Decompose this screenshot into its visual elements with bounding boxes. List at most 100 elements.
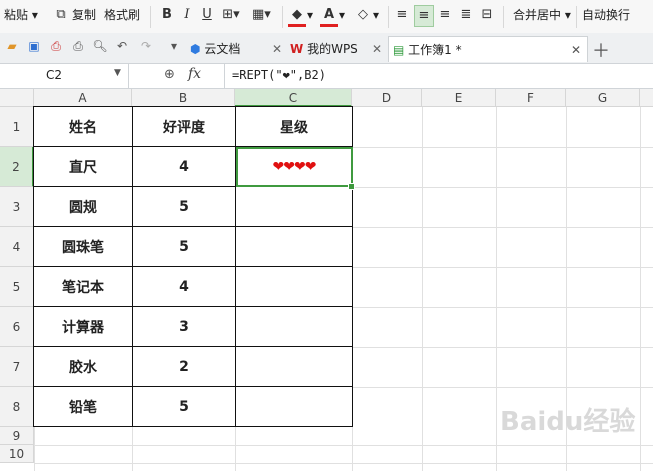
- format-painter-button[interactable]: 格式刷: [104, 6, 140, 24]
- copy-icon[interactable]: ⧉: [52, 5, 70, 25]
- bold-button[interactable]: B: [158, 5, 176, 25]
- fx-icon[interactable]: fx: [188, 66, 201, 82]
- name-cell[interactable]: 圆珠笔: [33, 226, 133, 267]
- stars-cell[interactable]: [235, 266, 353, 307]
- fill-color-dropdown[interactable]: ▾: [307, 6, 313, 24]
- export-pdf-icon[interactable]: ⎙: [48, 38, 64, 54]
- folder-icon[interactable]: ▰: [4, 38, 20, 54]
- align-left-icon[interactable]: ≡: [393, 5, 411, 25]
- print-icon[interactable]: ⎙: [70, 38, 86, 54]
- name-cell[interactable]: 圆规: [33, 186, 133, 227]
- tab-label: 我的WPS: [307, 42, 358, 56]
- fill-pattern-icon[interactable]: ▦▾: [252, 5, 271, 25]
- column-header-f[interactable]: F: [496, 89, 566, 107]
- new-tab-icon[interactable]: ＋: [592, 37, 610, 63]
- formula-input[interactable]: =REPT("❤",B2): [232, 68, 326, 82]
- fill-handle[interactable]: [348, 183, 355, 190]
- distribute-icon[interactable]: ⊟: [478, 5, 496, 25]
- name-cell[interactable]: 计算器: [33, 306, 133, 347]
- header-stars[interactable]: 星级: [235, 106, 353, 147]
- row-header-9[interactable]: 9: [0, 427, 34, 445]
- name-cell[interactable]: 直尺: [33, 146, 133, 187]
- column-header-h[interactable]: [640, 89, 653, 107]
- row-header-3[interactable]: 3: [0, 187, 34, 227]
- gridline: [352, 147, 653, 148]
- justify-icon[interactable]: ≣: [457, 5, 475, 25]
- score-cell[interactable]: 3: [132, 306, 236, 347]
- row-header-1[interactable]: 1: [0, 107, 34, 147]
- print-preview-icon[interactable]: 🔍︎: [92, 38, 108, 54]
- chevron-down-icon[interactable]: ▼: [114, 68, 121, 78]
- name-cell[interactable]: 胶水: [33, 346, 133, 387]
- ribbon-toolbar: 粘贴 ▾ ⧉ 复制 格式刷 B I U ⊞▾ ▦▾ ◆ ▾ A ▾ ◇ ▾ ≡ …: [0, 0, 653, 33]
- column-header-g[interactable]: G: [566, 89, 640, 107]
- score-cell[interactable]: 5: [132, 186, 236, 227]
- more-dropdown-icon[interactable]: ▾: [166, 38, 182, 54]
- column-header-e[interactable]: E: [422, 89, 496, 107]
- gridline: [352, 227, 653, 228]
- column-header-a[interactable]: A: [34, 89, 132, 107]
- align-center-icon[interactable]: ≡: [414, 5, 434, 27]
- gridline: [352, 307, 653, 308]
- toolbar-divider: [150, 6, 151, 28]
- row-header-2[interactable]: 2: [0, 147, 34, 187]
- column-header-c[interactable]: C: [235, 89, 352, 107]
- name-cell[interactable]: 铅笔: [33, 386, 133, 427]
- score-cell[interactable]: 4: [132, 146, 236, 187]
- stars-cell[interactable]: [235, 346, 353, 387]
- table-row: 直尺 4 ❤❤❤❤: [33, 146, 353, 187]
- stars-cell[interactable]: [235, 226, 353, 267]
- score-cell[interactable]: 5: [132, 226, 236, 267]
- stars-cell[interactable]: [235, 386, 353, 427]
- align-right-icon[interactable]: ≡: [436, 5, 454, 25]
- tab-my-wps[interactable]: W 我的WPS ✕: [290, 36, 386, 62]
- gridline: [352, 427, 353, 471]
- fill-color-bar: [288, 24, 306, 27]
- close-icon[interactable]: ✕: [272, 36, 282, 62]
- score-cell[interactable]: 5: [132, 386, 236, 427]
- border-icon[interactable]: ⊞▾: [222, 5, 240, 25]
- row-header-10[interactable]: 10: [0, 445, 34, 463]
- name-cell[interactable]: 笔记本: [33, 266, 133, 307]
- fill-color-icon[interactable]: ◆: [288, 5, 306, 25]
- merge-center-button[interactable]: 合并居中 ▾: [513, 6, 571, 24]
- score-cell[interactable]: 4: [132, 266, 236, 307]
- tab-workbook1[interactable]: ▤ 工作簿1 * ✕: [388, 36, 588, 62]
- close-icon[interactable]: ✕: [372, 36, 382, 62]
- clear-format-icon[interactable]: ◇: [354, 5, 372, 25]
- name-box[interactable]: C2 ▼: [0, 64, 129, 88]
- column-header-d[interactable]: D: [352, 89, 422, 107]
- header-name[interactable]: 姓名: [33, 106, 133, 147]
- score-cell[interactable]: 2: [132, 346, 236, 387]
- redo-icon[interactable]: ↷: [138, 38, 154, 54]
- select-all-corner[interactable]: [0, 89, 34, 107]
- clear-format-dropdown[interactable]: ▾: [373, 6, 379, 24]
- font-color-dropdown[interactable]: ▾: [339, 6, 345, 24]
- spreadsheet-icon: ▤: [393, 43, 405, 57]
- row-header-5[interactable]: 5: [0, 267, 34, 307]
- baidu-watermark: Baidu经验: [500, 407, 636, 437]
- undo-icon[interactable]: ↶: [114, 38, 130, 54]
- row-header-4[interactable]: 4: [0, 227, 34, 267]
- gridline: [352, 187, 653, 188]
- underline-button[interactable]: U: [198, 5, 216, 25]
- font-color-icon[interactable]: A: [320, 5, 338, 25]
- tab-cloud-docs[interactable]: ⬢ 云文档 ✕: [190, 36, 286, 62]
- stars-cell-selected[interactable]: ❤❤❤❤: [235, 146, 353, 187]
- header-score[interactable]: 好评度: [132, 106, 236, 147]
- paste-button[interactable]: 粘贴 ▾: [4, 6, 38, 24]
- italic-button[interactable]: I: [178, 5, 196, 25]
- stars-cell[interactable]: [235, 306, 353, 347]
- stars-cell[interactable]: [235, 186, 353, 227]
- column-header-b[interactable]: B: [132, 89, 235, 107]
- row-header-6[interactable]: 6: [0, 307, 34, 347]
- zoom-icon[interactable]: ⊕: [164, 67, 175, 82]
- toolbar-divider: [388, 6, 389, 28]
- copy-button[interactable]: 复制: [72, 6, 96, 24]
- save-icon[interactable]: ▣: [26, 38, 42, 54]
- row-header-7[interactable]: 7: [0, 347, 34, 387]
- close-icon[interactable]: ✕: [571, 37, 581, 63]
- wrap-text-button[interactable]: 自动换行: [582, 6, 630, 24]
- row-header-8[interactable]: 8: [0, 387, 34, 427]
- toolbar-divider: [503, 6, 504, 28]
